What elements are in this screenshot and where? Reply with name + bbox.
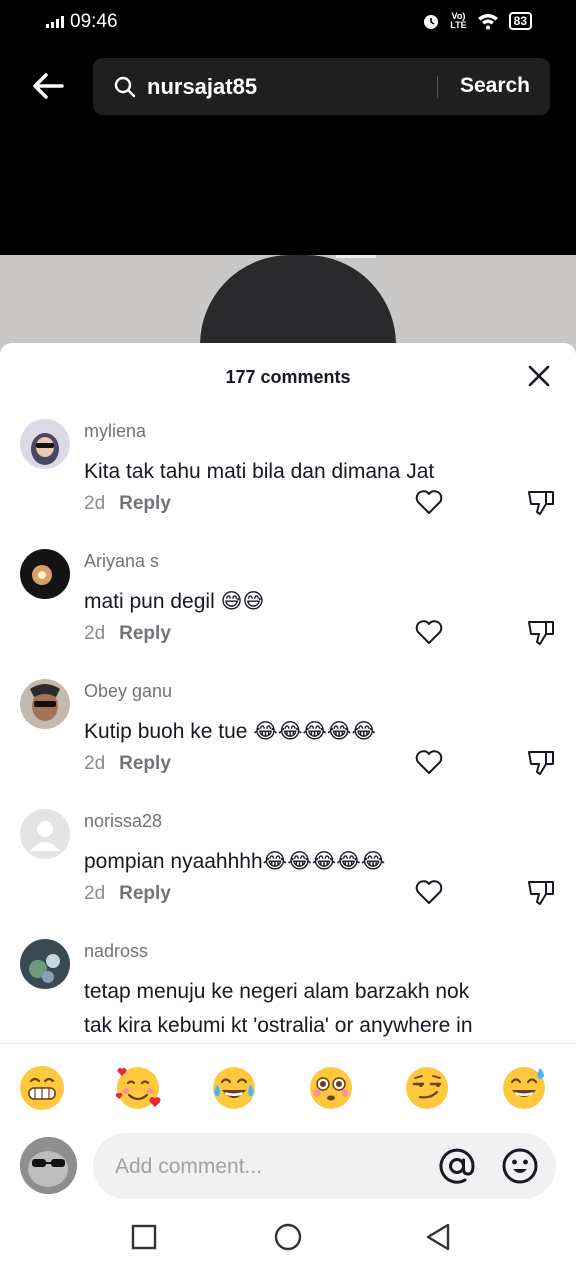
comment-age: 2d xyxy=(84,883,106,904)
video-progress-bar xyxy=(336,255,376,258)
smirk-emoji-icon[interactable] xyxy=(403,1064,451,1112)
reply-button[interactable]: Reply xyxy=(119,753,171,774)
mention-at-icon[interactable] xyxy=(438,1147,476,1185)
close-icon[interactable] xyxy=(526,363,552,389)
comment-text: pompian nyaahhhh😂😂😂😂😂 xyxy=(84,850,386,873)
video-figure xyxy=(200,255,396,355)
comment-meta: 2d Reply xyxy=(84,883,171,905)
thumbs-down-icon[interactable] xyxy=(526,877,556,907)
avatar[interactable] xyxy=(20,809,70,859)
status-bar: 09:46 Vo) LTE 83 xyxy=(0,0,576,46)
heart-icon[interactable] xyxy=(414,747,444,777)
alarm-icon xyxy=(424,15,439,29)
heart-icon[interactable] xyxy=(414,617,444,647)
comment-text: Kita tak tahu mati bila dan dimana Jat xyxy=(84,460,435,483)
reply-button[interactable]: Reply xyxy=(119,883,171,904)
top-search-bar: nursajat85 Search xyxy=(0,54,576,118)
back-arrow-icon[interactable] xyxy=(28,66,68,106)
comment-item: myliena Kita tak tahu mati bila dan dima… xyxy=(0,419,576,549)
recent-apps-icon[interactable] xyxy=(128,1221,160,1253)
avatar[interactable] xyxy=(20,939,70,989)
avatar[interactable] xyxy=(20,419,70,469)
comment-text: tetap menuju ke negeri alam barzakh nok t… xyxy=(84,980,473,1037)
avatar[interactable] xyxy=(20,549,70,599)
comment-age: 2d xyxy=(84,493,106,514)
comment-item: norissa28 pompian nyaahhhh😂😂😂😂😂 2d Reply xyxy=(0,809,576,939)
avatar[interactable] xyxy=(20,679,70,729)
wifi-icon xyxy=(477,14,498,30)
hearts-face-emoji-icon[interactable] xyxy=(114,1064,162,1112)
comments-sheet: 177 comments myliena Kita tak tahu mati … xyxy=(0,343,576,1280)
thumbs-down-icon[interactable] xyxy=(526,487,556,517)
tears-of-joy-emoji-icon[interactable] xyxy=(210,1064,258,1112)
volte-icon: Vo) LTE xyxy=(450,11,467,30)
video-preview[interactable] xyxy=(0,255,576,355)
comment-age: 2d xyxy=(84,623,106,644)
search-divider xyxy=(437,76,438,98)
comment-username[interactable]: norissa28 xyxy=(84,811,162,832)
search-button[interactable]: Search xyxy=(460,74,530,98)
search-box[interactable]: nursajat85 Search xyxy=(93,58,550,115)
comment-item: Ariyana s mati pun degil 😅😅 2d Reply xyxy=(0,549,576,679)
search-icon xyxy=(114,76,136,98)
comment-username[interactable]: Obey ganu xyxy=(84,681,172,702)
search-query[interactable]: nursajat85 xyxy=(147,74,257,100)
status-time: 09:46 xyxy=(70,11,118,32)
sweat-smile-emoji-icon[interactable] xyxy=(500,1064,548,1112)
home-icon[interactable] xyxy=(272,1221,304,1253)
reply-button[interactable]: Reply xyxy=(119,623,171,644)
comment-meta: 2d Reply xyxy=(84,623,171,645)
quick-emoji-bar xyxy=(0,1043,576,1132)
battery-icon: 83 xyxy=(508,12,532,30)
heart-icon[interactable] xyxy=(414,877,444,907)
comment-username[interactable]: myliena xyxy=(84,421,146,442)
back-nav-icon[interactable] xyxy=(422,1221,454,1253)
system-nav-bar xyxy=(0,1211,576,1280)
signal-icon xyxy=(46,16,64,28)
add-comment-input[interactable]: Add comment... xyxy=(93,1133,556,1199)
reply-button[interactable]: Reply xyxy=(119,493,171,514)
my-avatar[interactable] xyxy=(20,1137,77,1194)
comment-username[interactable]: nadross xyxy=(84,941,148,962)
comment-meta: 2d Reply xyxy=(84,753,171,775)
comment-text: Kutip buoh ke tue 😂😂😂😂😂 xyxy=(84,720,376,743)
comment-item: nadross tetap menuju ke negeri alam barz… xyxy=(0,939,576,1043)
thumbs-down-icon[interactable] xyxy=(526,747,556,777)
heart-icon[interactable] xyxy=(414,487,444,517)
comment-placeholder: Add comment... xyxy=(115,1155,263,1178)
grinning-emoji-icon[interactable] xyxy=(18,1064,66,1112)
comment-age: 2d xyxy=(84,753,106,774)
flushed-emoji-icon[interactable] xyxy=(307,1064,355,1112)
emoji-picker-icon[interactable] xyxy=(501,1147,539,1185)
comment-username[interactable]: Ariyana s xyxy=(84,551,159,572)
comment-composer: Add comment... xyxy=(0,1131,576,1211)
comment-item: Obey ganu Kutip buoh ke tue 😂😂😂😂😂 2d Repl… xyxy=(0,679,576,809)
comment-text: mati pun degil 😅😅 xyxy=(84,590,265,613)
comment-meta: 2d Reply xyxy=(84,493,171,515)
thumbs-down-icon[interactable] xyxy=(526,617,556,647)
comments-count-title: 177 comments xyxy=(225,367,351,387)
